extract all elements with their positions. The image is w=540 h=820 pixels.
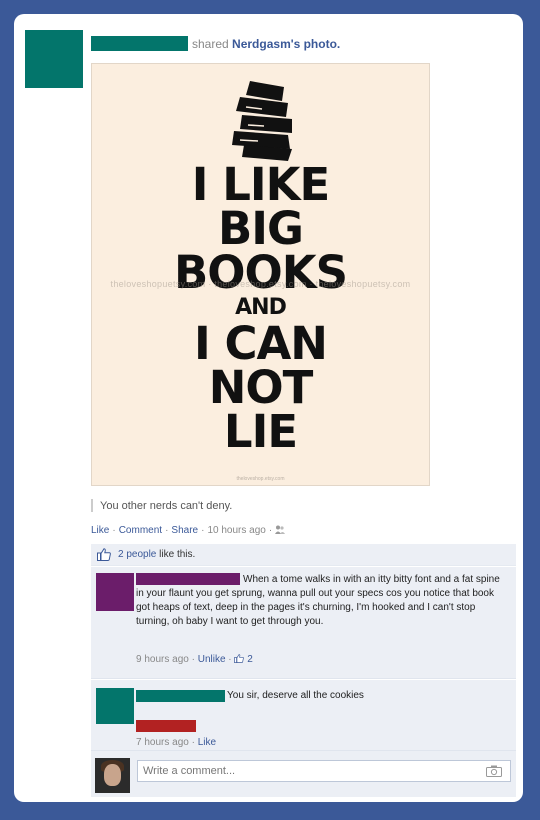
comment-composer: Write a comment...	[91, 751, 516, 797]
like-link[interactable]: Like	[91, 525, 109, 536]
like-link[interactable]: Like	[198, 737, 216, 748]
shared-source-link[interactable]: Nerdgasm's photo.	[232, 37, 340, 51]
poster-name-redacted[interactable]	[91, 36, 188, 51]
comment-timestamp[interactable]: 9 hours ago	[136, 654, 189, 665]
share-link[interactable]: Share	[171, 525, 198, 536]
shared-line: shared Nerdgasm's photo.	[192, 37, 340, 51]
post-actions: Like · Comment · Share · 10 hours ago ·	[91, 525, 286, 536]
camera-icon[interactable]	[486, 765, 502, 777]
watermark: theloveshopuetsy.com · theloveshop.etsy.…	[110, 279, 411, 289]
comment-link[interactable]: Comment	[119, 525, 162, 536]
poster-line: NOT	[208, 361, 314, 414]
comment-text: You sir, deserve all the cookies	[227, 690, 364, 701]
shared-photo[interactable]: I LIKE BIG BOOKS AND I CAN NOT LIE thelo…	[91, 63, 430, 486]
poster-line: LIE	[223, 405, 298, 458]
poster-line: I CAN	[194, 317, 328, 370]
likes-suffix: like this.	[159, 549, 196, 560]
likes-text: 2 people like this.	[118, 549, 195, 560]
commenter-name-redacted[interactable]	[136, 690, 225, 702]
unlike-link[interactable]: Unlike	[198, 654, 226, 665]
poster-text: I LIKE BIG BOOKS AND I CAN NOT LIE	[92, 158, 429, 458]
comment-input[interactable]: Write a comment...	[137, 760, 511, 782]
book-stack-icon	[232, 81, 292, 161]
comment: You sir, deserve all the cookies 7 hours…	[91, 680, 516, 751]
comment-placeholder: Write a comment...	[143, 765, 236, 777]
redaction-bar	[136, 720, 196, 732]
poster-footer: theloveshop.etsy.com	[236, 476, 285, 482]
post-card: shared Nerdgasm's photo. I LIKE BIG BOOK…	[14, 14, 523, 802]
comment-meta: 9 hours ago · Unlike · 2	[136, 654, 253, 665]
post-timestamp[interactable]: 10 hours ago	[207, 525, 265, 536]
shared-prefix: shared	[192, 37, 229, 51]
likes-summary: 2 people like this.	[91, 544, 516, 566]
poster-avatar[interactable]	[25, 30, 83, 88]
comment: When a tome walks in with an itty bitty …	[91, 567, 516, 679]
caption-divider	[91, 499, 93, 512]
comment-timestamp[interactable]: 7 hours ago	[136, 737, 189, 748]
commenter-avatar-redacted[interactable]	[96, 573, 134, 611]
current-user-avatar	[95, 758, 130, 793]
comment-like-count[interactable]: 2	[247, 654, 253, 665]
poster-line: I LIKE	[191, 158, 330, 211]
comment-text: When a tome walks in with an itty bitty …	[136, 574, 500, 627]
post-caption: You other nerds can't deny.	[100, 500, 233, 512]
poster-line: BIG	[218, 202, 304, 255]
thumbs-up-icon	[234, 654, 245, 663]
likes-count-link[interactable]: 2 people	[118, 549, 156, 560]
commenter-avatar-redacted[interactable]	[96, 688, 134, 724]
friends-icon[interactable]	[275, 525, 286, 534]
thumbs-up-icon	[97, 548, 111, 561]
comment-meta: 7 hours ago · Like	[136, 737, 217, 748]
